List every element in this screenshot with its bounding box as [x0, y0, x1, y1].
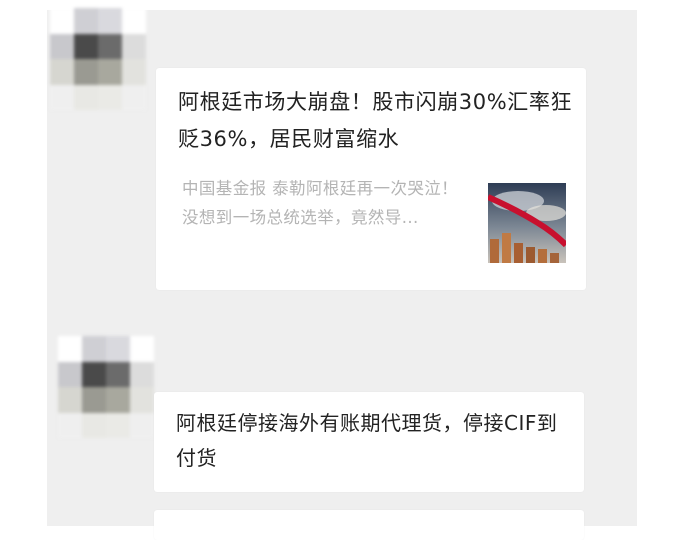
text-message-content: 阿根廷停接海外有账期代理货，停接CIF到付货 [176, 411, 558, 470]
text-message[interactable]: 阿根廷停接海外有账期代理货，停接CIF到付货 [154, 392, 584, 492]
link-card-thumbnail [488, 183, 566, 263]
sender-avatar[interactable] [58, 336, 154, 438]
link-card-title: 阿根廷市场大崩盘！股市闪崩30%汇率狂贬36%，居民财富缩水 [178, 90, 573, 151]
next-message-partial[interactable] [154, 510, 584, 540]
sender-avatar[interactable] [50, 8, 146, 110]
link-card-message[interactable]: 阿根廷市场大崩盘！股市闪崩30%汇率狂贬36%，居民财富缩水 中国基金报 泰勒阿… [156, 68, 586, 290]
link-card-summary: 中国基金报 泰勒阿根廷再一次哭泣！没想到一场总统选举，竟然导... [182, 179, 459, 227]
